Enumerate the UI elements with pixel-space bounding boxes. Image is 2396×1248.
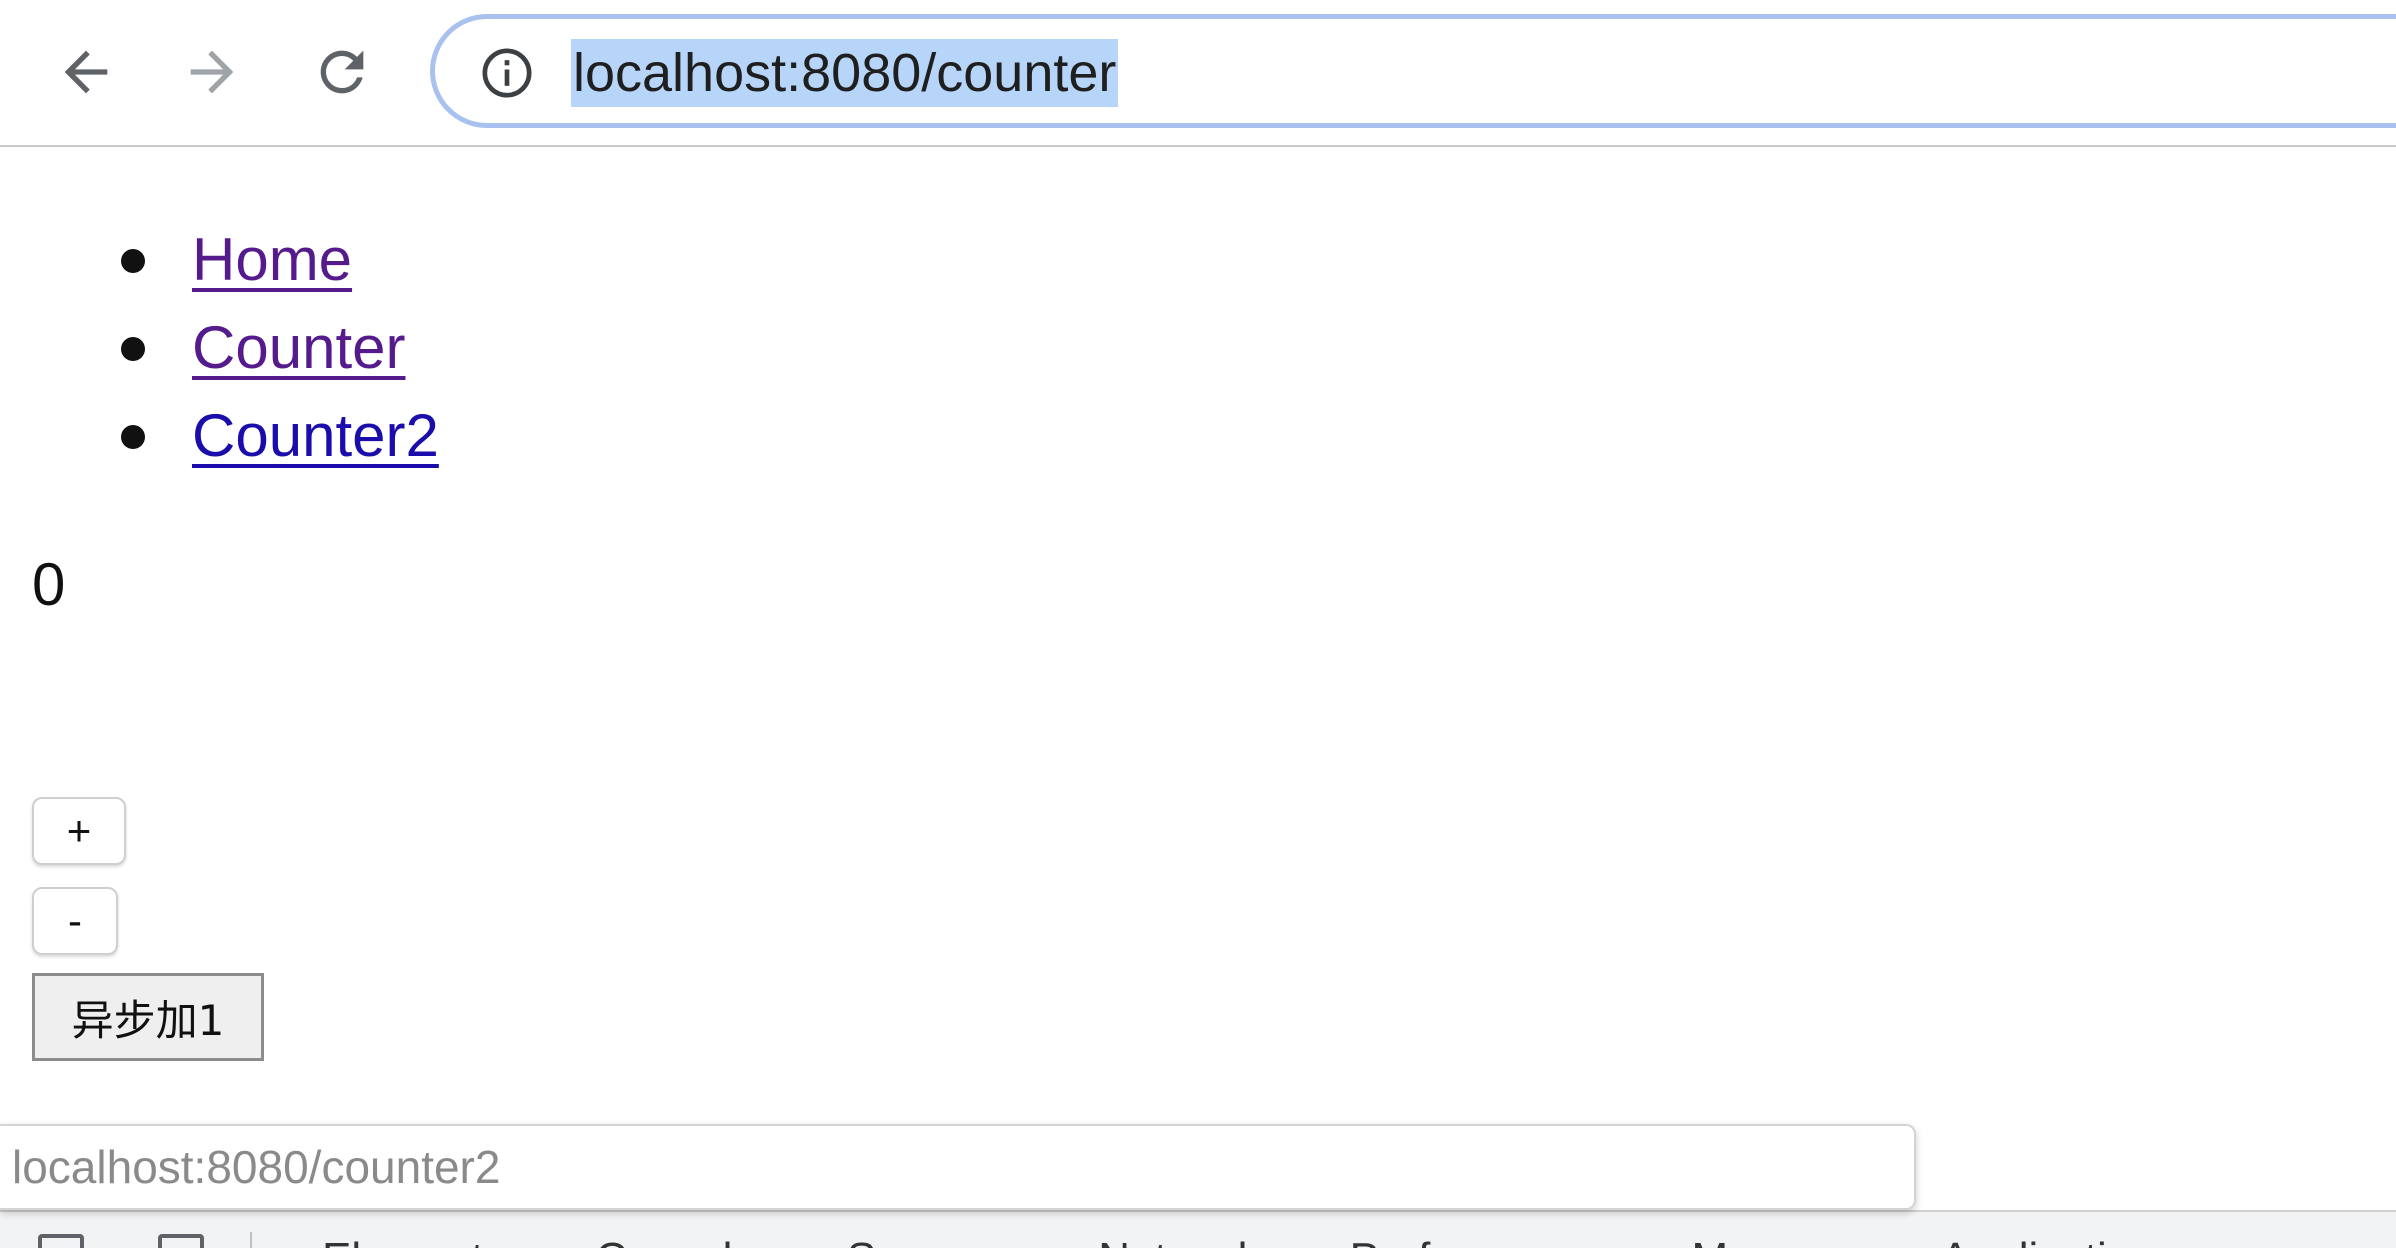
devtools-divider bbox=[250, 1232, 252, 1248]
list-item: Counter bbox=[0, 308, 439, 396]
info-icon[interactable] bbox=[479, 45, 535, 101]
devtools-panel: Elements Console Sources Network Perform… bbox=[0, 1210, 2396, 1248]
inspect-icon[interactable] bbox=[38, 1234, 84, 1248]
arrow-left-icon bbox=[64, 50, 108, 94]
nav-link-home[interactable]: Home bbox=[192, 226, 352, 293]
nav-link-counter2[interactable]: Counter2 bbox=[192, 402, 439, 469]
tab-performance[interactable]: Performance bbox=[1350, 1234, 1602, 1248]
tab-elements[interactable]: Elements bbox=[322, 1234, 505, 1248]
address-bar[interactable]: localhost:8080/counter bbox=[430, 14, 2396, 128]
list-item: Home bbox=[0, 220, 439, 308]
reload-button[interactable] bbox=[300, 30, 384, 114]
tab-network[interactable]: Network bbox=[1098, 1234, 1259, 1248]
decrement-button[interactable]: - bbox=[32, 887, 118, 955]
tab-console[interactable]: Console bbox=[595, 1234, 756, 1248]
arrow-right-icon bbox=[190, 50, 234, 94]
reload-icon bbox=[320, 50, 364, 94]
url-text[interactable]: localhost:8080/counter bbox=[571, 39, 1119, 107]
browser-toolbar: localhost:8080/counter bbox=[0, 0, 2396, 147]
nav-list: Home Counter Counter2 bbox=[0, 220, 439, 484]
device-toolbar-icon[interactable] bbox=[158, 1234, 204, 1248]
devtools-tabs: Elements Console Sources Network Perform… bbox=[322, 1234, 2156, 1248]
tab-sources[interactable]: Sources bbox=[847, 1234, 1008, 1248]
tab-application[interactable]: Application bbox=[1940, 1234, 2155, 1248]
async-increment-button[interactable]: 异步加1 bbox=[32, 973, 264, 1061]
link-status-bubble: localhost:8080/counter2 bbox=[0, 1124, 1916, 1210]
nav-link-counter[interactable]: Counter bbox=[192, 314, 405, 381]
increment-button[interactable]: + bbox=[32, 797, 126, 865]
list-item: Counter2 bbox=[0, 396, 439, 484]
tab-memory[interactable]: Memory bbox=[1692, 1234, 1851, 1248]
counter-value: 0 bbox=[32, 551, 66, 618]
back-button[interactable] bbox=[44, 30, 128, 114]
forward-button[interactable] bbox=[170, 30, 254, 114]
